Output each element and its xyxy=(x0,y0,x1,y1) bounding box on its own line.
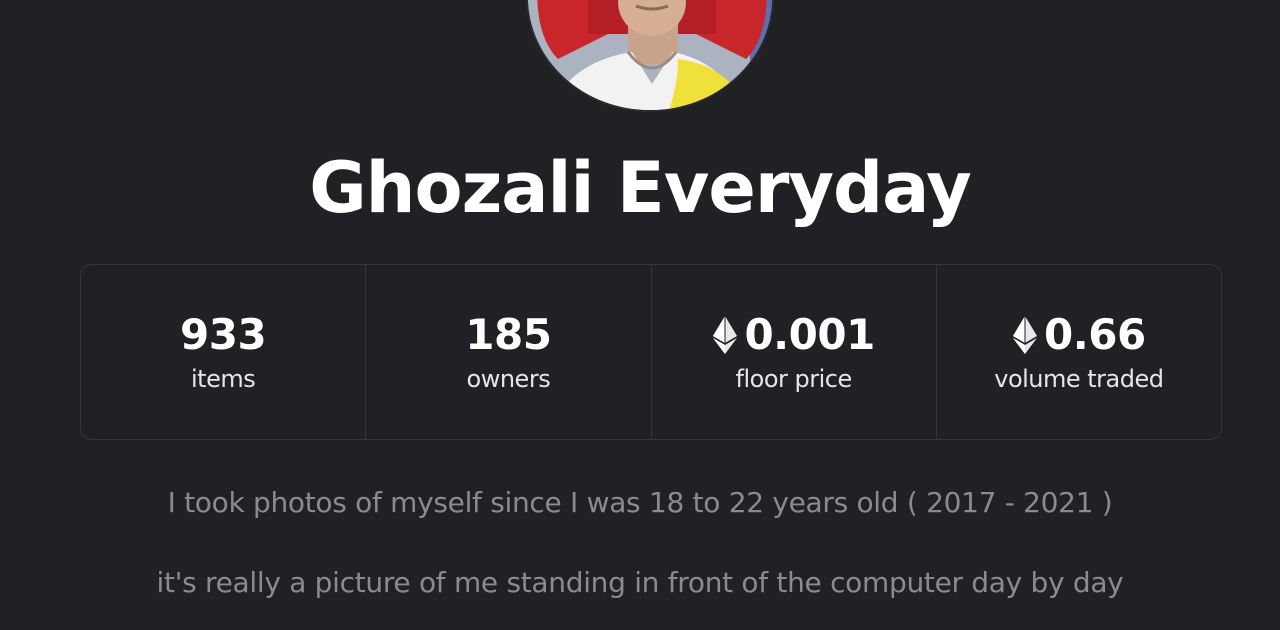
stat-items-number: 933 xyxy=(180,310,267,359)
collection-description-line-1: I took photos of myself since I was 18 t… xyxy=(167,486,1113,519)
stat-floor-price[interactable]: 0.001 floor price xyxy=(652,265,937,439)
stat-items-value: 933 xyxy=(180,309,267,361)
stat-volume-traded[interactable]: 0.66 volume traded xyxy=(937,265,1221,439)
collection-description-line-2: it's really a picture of me standing in … xyxy=(156,566,1124,599)
collection-stats: 933 items 185 owners 0.001 floor price 0… xyxy=(80,264,1222,440)
collection-avatar xyxy=(526,0,774,112)
stat-items[interactable]: 933 items xyxy=(81,265,367,439)
stat-floor-price-value: 0.001 xyxy=(712,309,875,361)
collection-title: Ghozali Everyday xyxy=(309,147,972,229)
stat-floor-price-number: 0.001 xyxy=(744,310,875,359)
stat-floor-price-label: floor price xyxy=(735,365,853,393)
stat-owners-label: owners xyxy=(466,365,551,393)
stat-volume-traded-number: 0.66 xyxy=(1044,310,1146,359)
stat-volume-traded-label: volume traded xyxy=(994,365,1164,393)
stat-owners-value: 185 xyxy=(465,309,552,361)
stat-owners[interactable]: 185 owners xyxy=(366,265,652,439)
ethereum-icon xyxy=(713,316,738,354)
stat-items-label: items xyxy=(191,365,256,393)
stat-owners-number: 185 xyxy=(465,310,552,359)
stat-volume-traded-value: 0.66 xyxy=(1012,309,1146,361)
collection-page: Ghozali Everyday 933 items 185 owners 0.… xyxy=(0,0,1280,630)
ethereum-icon xyxy=(1013,316,1038,354)
